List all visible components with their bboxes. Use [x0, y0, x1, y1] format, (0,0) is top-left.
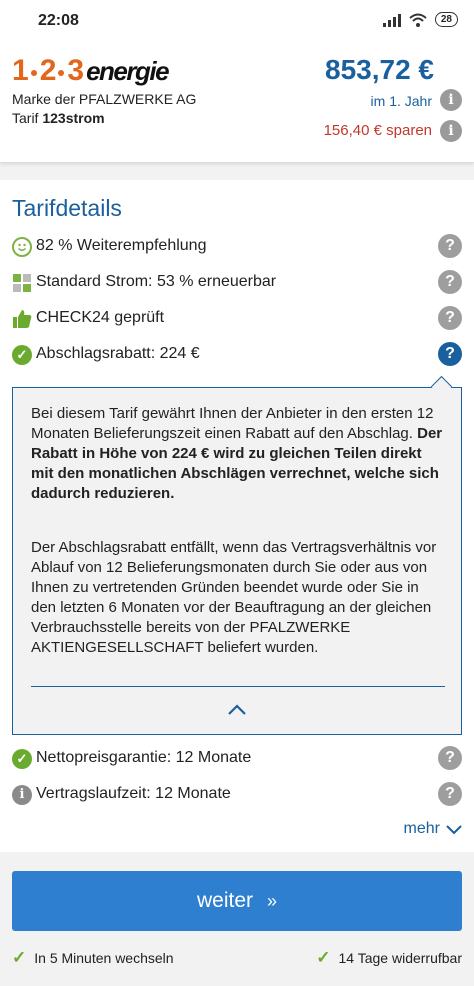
detail-label: Abschlagsrabatt: 224 € — [36, 345, 200, 362]
logo-digit: 3 — [67, 54, 84, 87]
rabatt-tooltip: Bei diesem Tarif gewährt Ihnen der Anbie… — [12, 375, 462, 735]
leaf-icon — [13, 274, 31, 292]
status-icons: 28 — [382, 12, 458, 27]
help-icon[interactable]: ? — [438, 234, 462, 258]
detail-row-strom: Standard Strom: 53 % erneuerbar ? — [12, 270, 464, 298]
continue-button[interactable]: weiter » — [12, 871, 462, 931]
footer-switch-info: ✓ In 5 Minuten wechseln — [12, 948, 174, 968]
logo-dot — [30, 70, 37, 76]
check-circle-icon: ✓ — [12, 749, 32, 769]
signal-icon — [382, 13, 401, 27]
status-bar: 22:08 28 — [0, 0, 474, 44]
detail-label: Standard Strom: 53 % erneuerbar — [36, 273, 277, 290]
battery-icon: 28 — [434, 12, 458, 27]
tooltip-paragraph-2: Der Abschlagsrabatt entfällt, wenn das V… — [31, 539, 437, 656]
help-icon[interactable]: ? — [438, 306, 462, 330]
detail-row-recommendation: 82 % Weiterempfehlung ? — [12, 234, 464, 262]
tariff-header-card: 1 2 3 energie Marke der PFALZWERKE AG Tarif… — [0, 44, 474, 163]
price: 853,72 € — [325, 54, 434, 85]
footer-right-text: 14 Tage widerrufbar — [338, 950, 462, 966]
detail-label: 82 % Weiterempfehlung — [36, 237, 207, 254]
price-info-icon[interactable]: i — [440, 89, 462, 111]
logo-word: energie — [86, 55, 170, 86]
tooltip-arrow — [430, 375, 453, 398]
provider-logo: 1 2 3 energie — [12, 54, 170, 88]
more-link[interactable]: mehr — [404, 820, 462, 838]
logo-digit: 2 — [39, 54, 57, 87]
thumbs-up-icon — [13, 310, 32, 328]
detail-row-check24: CHECK24 geprüft ? — [12, 306, 464, 334]
chevron-down-icon — [446, 825, 462, 835]
savings-text: 156,40 € sparen — [323, 122, 432, 139]
check-circle-icon: ✓ — [12, 345, 32, 365]
detail-row-nettopreisgarantie: ✓ Nettopreisgarantie: 12 Monate ? — [12, 746, 464, 774]
help-icon[interactable]: ? — [438, 270, 462, 294]
double-chevron-icon: » — [267, 891, 278, 911]
detail-label: Vertragslaufzeit: 12 Monate — [36, 785, 231, 802]
tooltip-paragraph-1: Bei diesem Tarif gewährt Ihnen der Anbie… — [31, 404, 445, 504]
check-icon: ✓ — [12, 948, 27, 967]
logo-digit: 1 — [12, 54, 29, 87]
logo-dot — [58, 70, 65, 76]
brand-text: Marke der PFALZWERKE AG — [12, 91, 197, 107]
wifi-icon — [409, 13, 427, 27]
detail-label: Nettopreisgarantie: 12 Monate — [36, 749, 252, 766]
detail-row-vertragslaufzeit: i Vertragslaufzeit: 12 Monate ? — [12, 782, 464, 810]
help-icon[interactable]: ? — [438, 746, 462, 770]
smiley-icon — [12, 237, 32, 257]
check-icon: ✓ — [316, 948, 331, 967]
price-period: im 1. Jahr — [370, 93, 432, 109]
detail-label: CHECK24 geprüft — [36, 309, 165, 326]
continue-label: weiter — [196, 889, 253, 912]
section-title: Tarifdetails — [12, 195, 122, 221]
chevron-up-icon[interactable] — [227, 700, 247, 720]
tooltip-text: Bei diesem Tarif gewährt Ihnen der Anbie… — [31, 405, 434, 442]
info-icon: i — [12, 785, 32, 805]
savings-info-icon[interactable]: i — [440, 120, 462, 142]
status-time: 22:08 — [38, 12, 79, 29]
help-icon-active[interactable]: ? — [438, 342, 462, 366]
tarif-name-value: 123strom — [42, 110, 105, 126]
footer-left-text: In 5 Minuten wechseln — [34, 950, 174, 966]
tooltip-divider — [31, 686, 445, 687]
tarif-name: Tarif 123strom — [12, 110, 105, 126]
tarif-details-section: Tarifdetails 82 % Weiterempfehlung ? Sta… — [0, 180, 474, 852]
footer-withdraw-info: ✓ 14 Tage widerrufbar — [316, 948, 462, 968]
more-label: mehr — [403, 820, 440, 837]
detail-row-abschlagsrabatt: ✓ Abschlagsrabatt: 224 € ? — [12, 342, 464, 370]
tarif-prefix: Tarif — [12, 110, 39, 126]
help-icon[interactable]: ? — [438, 782, 462, 806]
